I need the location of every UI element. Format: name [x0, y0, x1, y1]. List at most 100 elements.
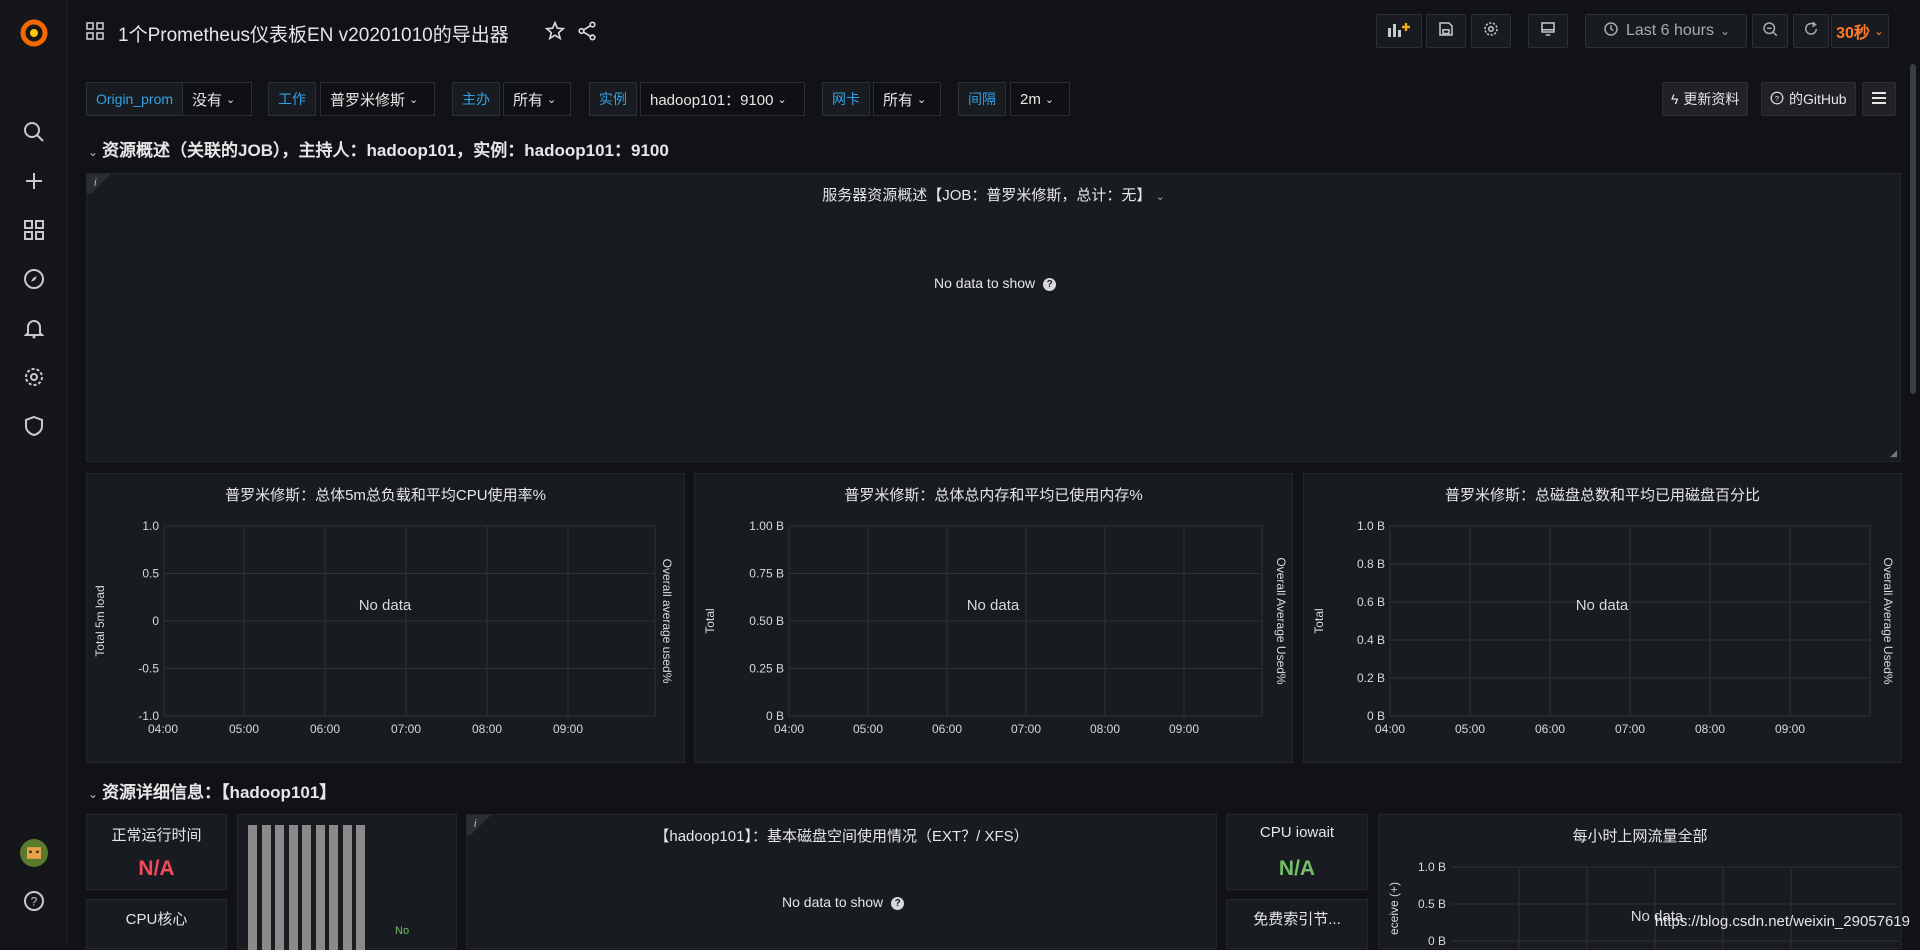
configuration-gear-icon[interactable]: [19, 362, 49, 392]
x-tick-label: 08:00: [1090, 722, 1120, 736]
x-tick-label: 06:00: [310, 722, 340, 736]
no-data-text: No data to show: [782, 894, 884, 910]
y-tick-label: 0.5: [142, 567, 159, 581]
y-tick-label: 0.8 B: [1357, 557, 1385, 571]
panel-title[interactable]: 服务器资源概述【JOB：普罗米修斯，总计：无】 ⌄: [87, 184, 1900, 205]
page-scrollbar[interactable]: [1910, 64, 1916, 394]
variable-select-nic[interactable]: 所有 ⌄: [873, 82, 941, 116]
x-tick-label: 04:00: [774, 722, 804, 736]
bar-gauge-bar: [342, 825, 352, 950]
variable-select-host[interactable]: 所有 ⌄: [503, 82, 571, 116]
y-tick-label: 1.0: [142, 519, 159, 533]
stat-title[interactable]: CPU iowait: [1227, 824, 1367, 841]
y2-axis-label: Overall Average Used%: [1881, 557, 1895, 685]
dashboard-settings-button[interactable]: [1471, 14, 1511, 48]
top-navbar: 1个Prometheus仪表板EN v20201010的导出器 Last 6 h…: [68, 0, 1920, 64]
update-link-button[interactable]: ϟ 更新资料: [1662, 82, 1749, 116]
row-title: 资源详细信息：【hadoop101】: [102, 783, 337, 802]
y-axis-label: Total: [1312, 608, 1326, 633]
server-admin-shield-icon[interactable]: [19, 411, 49, 441]
save-dashboard-button[interactable]: [1426, 14, 1466, 48]
y-tick-label: 0 B: [1367, 709, 1385, 723]
x-tick-label: 09:00: [1169, 722, 1199, 736]
x-tick-label: 04:00: [148, 722, 178, 736]
x-tick-label: 07:00: [391, 722, 421, 736]
svg-text:?: ?: [1775, 93, 1779, 102]
y2-axis-label: Overall Average Used%: [1274, 557, 1288, 685]
no-data-label: No data: [967, 597, 1020, 614]
variable-select-origin-prom[interactable]: 没有 ⌄: [182, 82, 252, 116]
refresh-button[interactable]: [1793, 14, 1829, 48]
question-circle-icon[interactable]: ?: [1043, 277, 1057, 291]
no-data-text: No data to show: [934, 275, 1036, 291]
star-favorite-icon[interactable]: [544, 20, 566, 47]
resize-handle-icon[interactable]: ◢: [1890, 448, 1897, 459]
question-circle-icon[interactable]: ?: [891, 896, 905, 910]
y-tick-label: 0.6 B: [1357, 595, 1385, 609]
row-title: 资源概述（关联的JOB），主持人：hadoop101，实例：hadoop101：…: [102, 141, 669, 160]
chevron-down-icon: ⌄: [88, 787, 99, 801]
panel-memory: 普罗米修斯：总体总内存和平均已使用内存% 1.00 B 0.75 B 0.50 B0…: [694, 473, 1293, 763]
y-tick-label: 1.0 B: [1418, 860, 1446, 874]
no-data-message: No data to show?: [934, 275, 1057, 291]
x-tick-label: 06:00: [932, 722, 962, 736]
menu-button[interactable]: [1862, 82, 1896, 116]
search-icon[interactable]: [19, 117, 49, 147]
panel-cpu-cores: CPU核心: [86, 899, 227, 949]
bar-gauge-bar: [329, 825, 338, 950]
refresh-interval-picker[interactable]: 30秒 ⌄: [1831, 14, 1889, 48]
stat-title[interactable]: 免费索引节...: [1227, 908, 1367, 929]
create-plus-icon[interactable]: [19, 166, 49, 196]
time-range-picker[interactable]: Last 6 hours ⌄: [1585, 14, 1747, 48]
chevron-down-icon: ⌄: [1044, 93, 1055, 106]
chevron-down-icon: ⌄: [409, 93, 419, 106]
bar-gauge-bar: [275, 825, 284, 950]
stat-title[interactable]: 正常运行时间: [87, 824, 226, 845]
no-data-label: No data: [1576, 597, 1629, 614]
bar-gauge-bar: [356, 825, 365, 950]
github-link-button[interactable]: ? 的GitHub: [1761, 82, 1856, 116]
dashboards-grid-icon[interactable]: [19, 215, 49, 245]
panel-title-text: 服务器资源概述【JOB：普罗米修斯，总计：无】: [822, 187, 1152, 204]
panel-title[interactable]: 【hadoop101】：基本磁盘空间使用情况（EXT？/ XFS）: [467, 825, 1216, 846]
y-tick-label: -0.5: [138, 662, 159, 676]
user-avatar[interactable]: [19, 838, 49, 868]
alerting-bell-icon[interactable]: [19, 313, 49, 343]
variable-value: hadoop101：9100: [650, 91, 774, 109]
y-axis-label: Total 5m load: [93, 585, 107, 656]
refresh-interval-value: 30秒: [1836, 25, 1870, 42]
y-tick-label: 1.0 B: [1357, 519, 1385, 533]
dashboard-title[interactable]: 1个Prometheus仪表板EN v20201010的导出器: [118, 20, 509, 47]
x-tick-label: 05:00: [853, 722, 883, 736]
share-icon[interactable]: [576, 20, 598, 47]
chevron-down-icon: ⌄: [547, 93, 557, 106]
x-tick-label: 08:00: [1695, 722, 1725, 736]
chevron-down-icon: ⌄: [1873, 24, 1884, 38]
bar-gauge-bar: [302, 825, 311, 950]
chevron-down-icon: ⌄: [1155, 191, 1165, 203]
y-axis-label: eceive (+): [1387, 882, 1401, 935]
help-icon[interactable]: ?: [19, 886, 49, 916]
variable-select-instance[interactable]: hadoop101：9100 ⌄: [640, 82, 805, 116]
stat-title[interactable]: CPU核心: [87, 908, 226, 929]
grafana-logo-icon[interactable]: [17, 16, 51, 50]
x-tick-label: 09:00: [1775, 722, 1805, 736]
explore-compass-icon[interactable]: [19, 264, 49, 294]
y-tick-label: 0.4 B: [1357, 633, 1385, 647]
x-tick-label: 08:00: [472, 722, 502, 736]
row-header-resource-overview[interactable]: ⌄ 资源概述（关联的JOB），主持人：hadoop101，实例：hadoop101…: [88, 136, 669, 161]
panel-cpu-iowait: CPU iowait N/A: [1226, 814, 1368, 890]
row-header-resource-details[interactable]: ⌄ 资源详细信息：【hadoop101】: [88, 778, 336, 803]
chart-cpu-load: 1.0 0.5 0 -0.5 -1.004:00 05:00 06:00 07:00 08:00…: [93, 519, 674, 736]
y2-axis-label: Overall average used%: [660, 559, 674, 684]
question-circle-icon: ?: [1770, 91, 1784, 108]
panel-server-resource-overview: i 服务器资源概述【JOB：普罗米修斯，总计：无】 ⌄ No data to s…: [86, 173, 1901, 462]
add-panel-button[interactable]: [1376, 14, 1422, 48]
variable-select-job[interactable]: 普罗米修斯 ⌄: [320, 82, 435, 116]
cycle-view-mode-button[interactable]: [1528, 14, 1568, 48]
y-tick-label: 0.50 B: [749, 614, 784, 628]
bar-gauge-bar: [288, 825, 298, 950]
watermark-text: https://blog.csdn.net/weixin_29057619: [1654, 913, 1910, 930]
variable-select-interval[interactable]: 2m ⌄: [1010, 82, 1070, 116]
zoom-out-button[interactable]: [1752, 14, 1788, 48]
